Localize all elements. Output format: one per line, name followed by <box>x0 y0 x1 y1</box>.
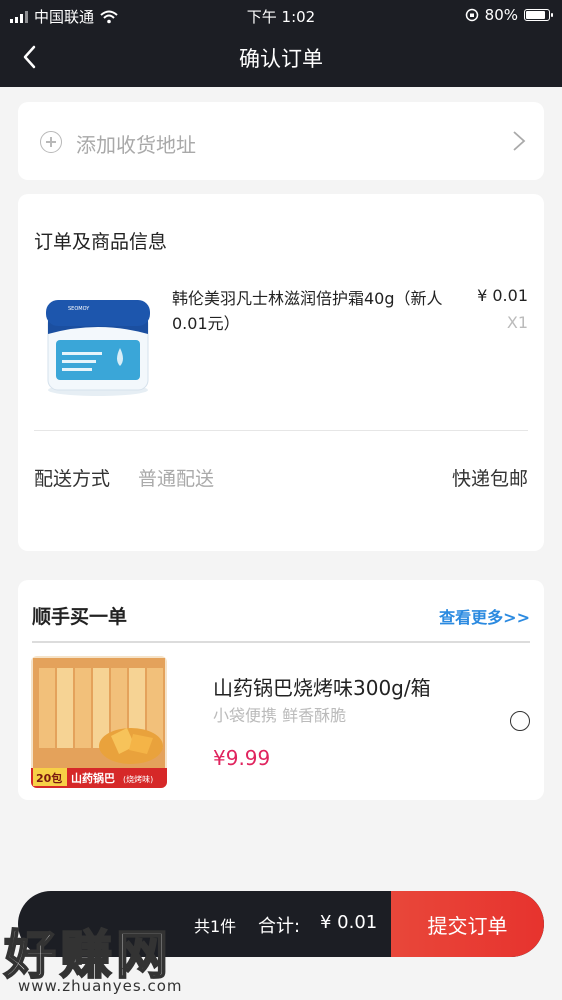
shipping-method: 普通配送 <box>138 468 215 490</box>
page-title: 确认订单 <box>239 47 323 71</box>
product-name[interactable]: 韩伦美羽凡士林滋润倍护霜40g（新人0.01元） <box>172 286 462 336</box>
watermark-url: www.zhuanyes.com <box>18 977 183 995</box>
order-info-card: 订单及商品信息 SEOMOY 韩伦美羽凡士林滋润倍护霜40g（新人0.01元） … <box>18 194 544 551</box>
pack-flavor: (烧烤味) <box>123 774 153 784</box>
chevron-right-icon <box>513 131 526 151</box>
recommend-product-name[interactable]: 山药锅巴烧烤味300g/箱 <box>213 672 431 701</box>
item-count: 共1件 <box>194 917 237 936</box>
total-amount: ¥ 0.01 <box>320 912 378 933</box>
total-label: 合计: <box>258 916 301 937</box>
status-right: 80% <box>465 6 553 24</box>
jar-brand: SEOMOY <box>68 306 90 312</box>
recommend-product-image[interactable]: 20包 山药锅巴 (烧烤味) <box>31 656 167 788</box>
submit-order-button[interactable]: 提交订单 <box>391 891 544 957</box>
order-section-title: 订单及商品信息 <box>34 231 168 253</box>
watermark: 好赚网 www.zhuanyes.com <box>0 905 200 1000</box>
recommend-title: 顺手买一单 <box>32 606 128 628</box>
shipping-label: 配送方式 <box>34 468 111 490</box>
status-bar: 中国联通 下午 1:02 80% <box>0 0 562 30</box>
battery-percent: 80% <box>484 6 518 24</box>
nav-bar: 确认订单 <box>0 30 562 87</box>
plus-circle-icon <box>40 131 62 153</box>
product-quantity: X1 <box>506 313 528 332</box>
orientation-lock-icon <box>465 8 478 22</box>
recommend-product-tagline: 小袋便携 鲜香酥脆 <box>213 706 347 725</box>
product-price: ¥ 0.01 <box>477 286 528 305</box>
recommend-product-price: ¥9.99 <box>213 746 271 770</box>
product-image[interactable]: SEOMOY <box>36 290 160 398</box>
add-address-label: 添加收货地址 <box>76 133 196 157</box>
battery-icon <box>524 9 553 21</box>
add-address-card[interactable]: 添加收货地址 <box>18 102 544 180</box>
shipping-free-label: 快递包邮 <box>451 468 528 490</box>
see-more-link[interactable]: 查看更多>> <box>439 604 530 628</box>
divider <box>32 641 530 643</box>
recommend-card: 顺手买一单 查看更多>> 20包 山药锅巴 (烧烤味) 山药锅巴烧烤味300g/… <box>18 580 544 800</box>
divider <box>34 430 528 431</box>
pack-count-badge: 20包 <box>36 771 62 785</box>
pack-label: 山药锅巴 <box>71 771 115 785</box>
select-radio-button[interactable] <box>510 711 530 731</box>
